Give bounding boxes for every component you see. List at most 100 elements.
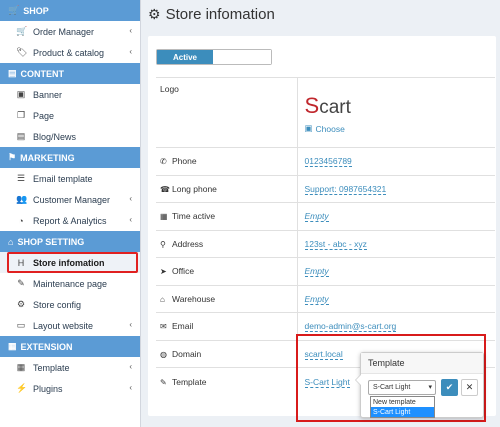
info-key-cell: ✉ Email — [156, 312, 298, 340]
dropdown-option-selected[interactable]: S-Cart Light — [371, 407, 434, 417]
image-icon: ▣ — [304, 123, 313, 133]
editable-value[interactable]: Empty — [304, 266, 329, 278]
sidebar-item-store-config[interactable]: ⚙ Store config — [0, 294, 140, 315]
info-key-cell: ☎ Long phone — [156, 174, 298, 203]
info-row-address: ⚲ Address 123st - abc - xyz — [156, 229, 495, 258]
cogs-icon: ⚙ — [148, 6, 161, 22]
info-value-cell: Empty — [297, 284, 495, 313]
store-logo: Scart — [305, 93, 496, 119]
sidebar-item-label: Layout website — [33, 320, 94, 331]
info-row-logo: Logo Scart ▣ Choose — [156, 77, 496, 148]
active-toggle[interactable]: Active — [156, 49, 272, 65]
sidebar-item-customer-manager[interactable]: 👥 Customer Manager ‹ — [0, 189, 140, 210]
editable-value[interactable]: demo-admin@s-cart.org — [304, 321, 397, 333]
sidebar-section-title: SHOP SETTING — [17, 236, 85, 247]
location-arrow-icon: ➤ — [160, 267, 167, 277]
info-row-office: ➤ Office Empty — [156, 257, 495, 285]
copy-icon: ❐ — [16, 110, 26, 120]
sidebar-item-product-catalog[interactable]: 🏷 Product & catalog ‹ — [0, 42, 140, 63]
paint-icon: ✎ — [160, 377, 167, 387]
info-key-cell: Logo — [156, 77, 298, 148]
popover-title: Template — [361, 353, 483, 374]
info-row-warehouse: ⌂ Warehouse Empty — [156, 284, 495, 313]
info-key-label: Time active — [172, 211, 216, 222]
info-row-long-phone: ☎ Long phone Support: 0987654321 — [156, 174, 495, 203]
editable-value[interactable]: Empty — [304, 211, 329, 223]
sidebar-item-blog-news[interactable]: ▤ Blog/News — [0, 126, 140, 147]
phone-icon: ✆ — [160, 157, 167, 167]
choose-logo-button[interactable]: ▣ Choose — [305, 123, 496, 134]
sidebar-item-label: Page — [33, 110, 55, 121]
envelope-icon: ✉ — [160, 322, 167, 332]
info-value-cell: Support: 0987654321 — [297, 174, 495, 203]
page-title-text: Store infomation — [165, 6, 275, 23]
cancel-button[interactable]: ✕ — [461, 379, 478, 396]
info-key-label: Domain — [172, 348, 202, 359]
toggle-active-label[interactable]: Active — [157, 50, 213, 64]
filter-icon: ⚑ — [8, 152, 17, 162]
sidebar-item-label: Banner — [33, 89, 63, 100]
page-title: ⚙ Store infomation — [148, 6, 275, 23]
sidebar-item-store-infomation[interactable]: H Store infomation — [0, 252, 140, 273]
info-key-label: Phone — [172, 156, 197, 167]
sidebar-section-marketing: ⚑ MARKETING — [0, 147, 140, 168]
calendar-icon: ▦ — [160, 212, 168, 222]
info-key-label: Address — [172, 238, 204, 249]
sidebar-item-label: Blog/News — [33, 131, 77, 142]
dropdown-option[interactable]: New template — [371, 397, 434, 407]
info-key-cell: ⚲ Address — [156, 229, 298, 258]
template-select[interactable]: S-Cart Light ▾ — [368, 380, 436, 395]
sidebar-section-title: CONTENT — [20, 68, 65, 79]
chevron-left-icon: ‹ — [129, 320, 132, 329]
sidebar-item-order-manager[interactable]: 🛒 Order Manager ‹ — [0, 21, 140, 42]
sidebar: 🛒 SHOP 🛒 Order Manager ‹ 🏷 Product & catalog ‹ ▤… — [0, 0, 141, 427]
th-icon: ▦ — [8, 341, 17, 351]
sidebar-section-shop: 🛒 SHOP — [0, 0, 140, 21]
sidebar-item-label: Product & catalog — [33, 47, 105, 58]
image-icon: ▣ — [16, 89, 26, 99]
editable-value[interactable]: 0123456789 — [304, 156, 352, 168]
info-key-cell: ➤ Office — [156, 257, 298, 285]
editable-value[interactable]: 123st - abc - xyz — [304, 238, 367, 250]
sidebar-item-banner[interactable]: ▣ Banner — [0, 84, 140, 105]
sidebar-item-email-template[interactable]: ☰ Email template — [0, 168, 140, 189]
store-logo-letter: S — [304, 93, 320, 118]
sidebar-item-plugins[interactable]: ⚡ Plugins ‹ — [0, 378, 140, 399]
sidebar-item-template[interactable]: ▦ Template ‹ — [0, 357, 140, 378]
info-row-time-active: ▦ Time active Empty — [156, 202, 495, 230]
info-key-label: Long phone — [172, 183, 217, 194]
pie-chart-icon: ◔ — [18, 215, 24, 226]
info-key-label: Warehouse — [172, 293, 216, 304]
chevron-left-icon: ‹ — [129, 26, 132, 35]
annotation-highlight-box — [7, 252, 138, 273]
file-icon: ▤ — [8, 68, 17, 78]
choose-label: Choose — [315, 123, 345, 134]
sidebar-item-maintenance-page[interactable]: ✎ Maintenance page — [0, 273, 140, 294]
cart-icon: 🛒 — [8, 5, 20, 15]
sidebar-section-extension: ▦ EXTENSION — [0, 336, 140, 357]
sidebar-item-label: Order Manager — [33, 26, 95, 37]
sidebar-item-layout-website[interactable]: ▭ Layout website ‹ — [0, 315, 140, 336]
info-key-label: Email — [172, 321, 194, 332]
sidebar-item-report-analytics[interactable]: ◔ Report & Analytics ‹ — [0, 210, 140, 231]
sidebar-item-label: Email template — [33, 173, 93, 184]
sidebar-item-page[interactable]: ❐ Page — [0, 105, 140, 126]
phone-square-icon: ☎ — [160, 184, 170, 194]
store-logo-text: cart — [319, 97, 351, 118]
info-key-cell: ✎ Template — [156, 367, 298, 395]
toggle-off-side[interactable] — [213, 50, 271, 64]
sidebar-item-label: Plugins — [33, 383, 63, 394]
sidebar-section-title: EXTENSION — [20, 341, 73, 352]
template-dropdown-list: New template S-Cart Light — [370, 396, 435, 418]
info-key-cell: ▦ Time active — [156, 202, 298, 230]
confirm-button[interactable]: ✔ — [441, 379, 458, 396]
sidebar-section-title: SHOP — [23, 5, 49, 16]
file-text-icon: ▤ — [16, 131, 26, 141]
info-key-label: Template — [172, 376, 207, 387]
editable-value[interactable]: Support: 0987654321 — [304, 183, 387, 195]
info-value-cell: Empty — [297, 202, 495, 230]
info-value-cell: 0123456789 — [297, 147, 495, 175]
editable-value[interactable]: Empty — [304, 293, 329, 305]
template-select-value: S-Cart Light — [373, 384, 411, 391]
info-key-label: Office — [172, 266, 195, 277]
